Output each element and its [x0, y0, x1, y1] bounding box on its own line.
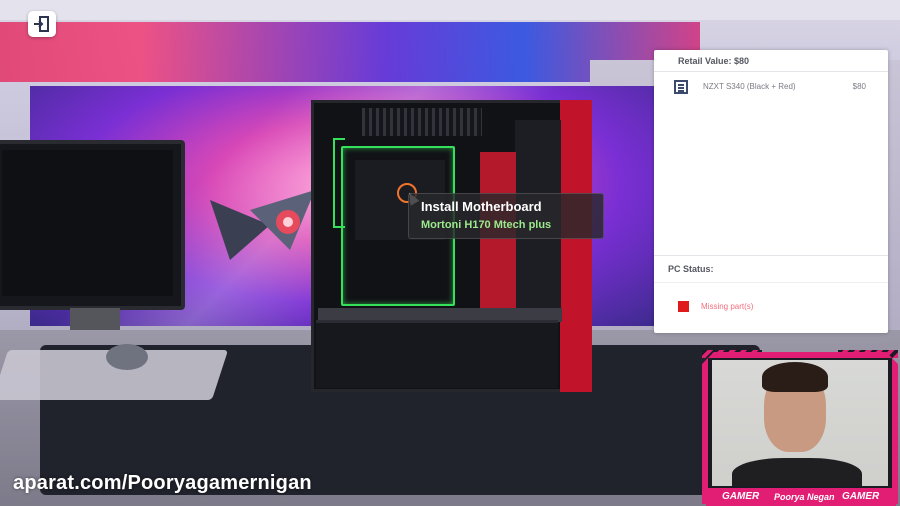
exit-door-icon — [34, 16, 49, 32]
tooltip-title: Install Motherboard — [421, 199, 542, 214]
pc-status-label: PC Status: — [668, 264, 714, 274]
retail-value-label: Retail Value: $80 — [678, 55, 750, 66]
monitor-screen — [2, 150, 173, 296]
exit-button[interactable] — [28, 11, 56, 37]
tooltip-part-name: Mortoni H170 Mtech plus — [421, 219, 552, 231]
divider — [654, 282, 888, 283]
case-icon — [674, 80, 688, 94]
webcam-label-right: GAMER — [842, 491, 880, 502]
webcam-person-body — [732, 458, 862, 486]
mouse — [106, 344, 148, 370]
monitor — [0, 140, 185, 310]
wall-top — [0, 0, 900, 20]
divider — [654, 255, 888, 256]
webcam-video — [712, 360, 888, 486]
part-price: $80 — [852, 82, 866, 91]
webcam-label-center: Poorya Negan — [774, 492, 835, 502]
part-row[interactable]: NZXT S340 (Black + Red) $80 — [654, 78, 888, 98]
status-text: Missing part(s) — [701, 302, 754, 311]
part-name: NZXT S340 (Black + Red) — [703, 82, 796, 91]
webcam-person-hair — [762, 362, 828, 392]
build-info-panel: Retail Value: $80 NZXT S340 (Black + Red… — [654, 50, 888, 333]
pc-case-top-vent — [362, 108, 482, 136]
install-tooltip: Install Motherboard Mortoni H170 Mtech p… — [408, 193, 604, 239]
pc-case-psu-area — [316, 320, 558, 388]
status-indicator-icon — [678, 301, 689, 312]
robot-figure — [210, 180, 320, 270]
retail-value-header: Retail Value: $80 — [654, 50, 888, 72]
webcam-label-left: GAMER — [722, 491, 760, 502]
pc-case-red-front — [560, 100, 592, 392]
watermark: aparat.com/Pooryagamernigan — [13, 472, 312, 494]
